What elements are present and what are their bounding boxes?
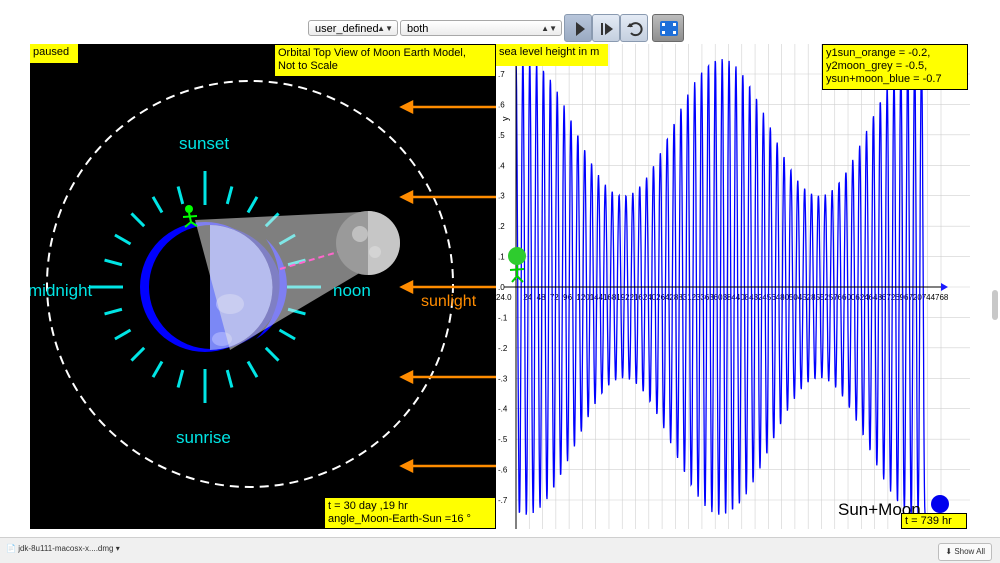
- hour-tick: [151, 360, 164, 378]
- hour-tick: [176, 369, 185, 388]
- sunlight-label: sunlight: [421, 293, 477, 310]
- mode-select[interactable]: both ▲▼: [400, 20, 562, 36]
- observer-icon: [185, 205, 193, 213]
- chevron-updown-icon: ▲▼: [377, 24, 393, 33]
- hour-tick: [278, 328, 296, 341]
- panel-title-line2: Not to Scale: [278, 60, 338, 72]
- legend-moon: y2moon_grey = -0.5,: [826, 60, 928, 72]
- end-point-marker: [931, 495, 949, 513]
- download-icon: ⬇: [945, 547, 953, 556]
- hour-tick: [130, 212, 146, 228]
- y-tick-label: -.4: [498, 405, 508, 414]
- hour-tick: [114, 328, 132, 341]
- sunrise-label: sunrise: [176, 428, 231, 447]
- download-file-name: jdk-8u111-macosx-x....dmg: [18, 544, 114, 553]
- panel-title-line1: Orbital Top View of Moon Earth Model,: [278, 47, 466, 59]
- chevron-updown-icon: ▲▼: [541, 24, 557, 33]
- time-angle-readout: t = 30 day ,19 hr angle_Moon-Earth-Sun =…: [324, 497, 496, 529]
- y-tick-label: .2: [498, 222, 505, 231]
- y-tick-label: .1: [498, 253, 505, 262]
- hour-tick: [151, 196, 164, 214]
- hour-tick: [176, 186, 185, 205]
- scenario-select-value: user_defined: [315, 23, 379, 35]
- chevron-down-icon[interactable]: ▾: [116, 544, 120, 553]
- panel-title: Orbital Top View of Moon Earth Model, No…: [274, 44, 496, 77]
- y-tick-label: -.3: [498, 374, 508, 383]
- mode-select-value: both: [407, 23, 429, 35]
- hour-tick: [225, 186, 234, 205]
- step-forward-icon: [601, 23, 613, 35]
- angle-readout: angle_Moon-Earth-Sun =16 °: [328, 513, 471, 525]
- orbital-view-panel[interactable]: sunset midnight noon sunrise sunlight pa…: [30, 44, 496, 529]
- hour-tick: [114, 233, 132, 246]
- x-tick-label: 96: [563, 293, 572, 302]
- show-all-button[interactable]: ⬇ Show All: [938, 543, 992, 561]
- y-tick-label: -.1: [498, 313, 508, 322]
- status-text: paused: [33, 46, 70, 58]
- show-all-label: Show All: [954, 547, 985, 556]
- midnight-label: midnight: [30, 281, 93, 300]
- right-margin: [970, 44, 1000, 529]
- hour-tick: [246, 360, 259, 378]
- reset-button[interactable]: [620, 14, 648, 42]
- y-tick-label: .6: [498, 100, 505, 109]
- x-tick-label: 768: [935, 293, 949, 302]
- legend-combined: ysun+moon_blue = -0.7: [826, 73, 942, 85]
- sunset-label: sunset: [179, 134, 229, 153]
- scenario-select[interactable]: user_defined ▲▼: [308, 20, 398, 36]
- scrollbar[interactable]: [992, 290, 998, 320]
- legend-sun: y1sun_orange = -0.2,: [826, 47, 931, 59]
- x-tick-label: 456: [762, 293, 776, 302]
- time-readout: t = 30 day ,19 hr: [328, 500, 408, 512]
- plot-title-text: sea level height in m: [499, 46, 600, 58]
- noon-label: noon: [333, 281, 371, 300]
- y-axis-label: y: [500, 116, 510, 121]
- hour-tick: [225, 369, 234, 388]
- play-icon: [576, 22, 585, 36]
- y-tick-label: .7: [498, 70, 505, 79]
- sunlight-arrows: [399, 99, 496, 474]
- download-bar: 📄 jdk-8u111-macosx-x....dmg ▾ ⬇ Show All: [0, 537, 1000, 563]
- sea-level-chart: .7.6.5.4.3.2.1.0-.1-.2-.3-.4-.5-.6-.7 24…: [496, 44, 970, 529]
- download-item[interactable]: 📄 jdk-8u111-macosx-x....dmg ▾: [6, 544, 120, 553]
- legend-box: y1sun_orange = -0.2, y2moon_grey = -0.5,…: [822, 44, 968, 90]
- plot-title: sea level height in m: [496, 44, 608, 66]
- file-icon: 📄: [6, 544, 16, 553]
- plot-time-readout: t = 739 hr: [901, 513, 967, 529]
- hour-tick: [264, 346, 280, 362]
- y-tick-label: -.7: [498, 496, 508, 505]
- sea-level-plot-panel[interactable]: .7.6.5.4.3.2.1.0 -.1 -.2 -.3 -.4 -.5 -.6 -.7 24…: [496, 44, 970, 529]
- step-button[interactable]: [592, 14, 620, 42]
- status-label: paused: [30, 44, 78, 63]
- orbital-view-canvas: sunset midnight noon sunrise sunlight: [30, 80, 496, 488]
- y-tick-label: .4: [498, 161, 505, 170]
- toolbar: user_defined ▲▼ both ▲▼: [0, 0, 1000, 44]
- current-time-marker[interactable]: [508, 247, 526, 265]
- plot-time-text: t = 739 hr: [905, 515, 952, 527]
- hour-tick: [104, 307, 123, 316]
- reset-icon: [627, 22, 643, 37]
- y-tick-label: -.5: [498, 435, 508, 444]
- x-tick-label: 72: [550, 293, 559, 302]
- hour-tick: [246, 196, 259, 214]
- y-tick-label: -.2: [498, 344, 508, 353]
- y-tick-label: .3: [498, 192, 505, 201]
- y-tick-label: .5: [498, 131, 505, 140]
- play-button[interactable]: [564, 14, 592, 42]
- fullscreen-icon: [660, 21, 678, 36]
- fullscreen-button[interactable]: [652, 14, 684, 42]
- hour-tick: [104, 258, 123, 267]
- hour-tick: [130, 346, 146, 362]
- y-tick-label: -.6: [498, 466, 508, 475]
- x-tick-label: 24.0: [496, 293, 512, 302]
